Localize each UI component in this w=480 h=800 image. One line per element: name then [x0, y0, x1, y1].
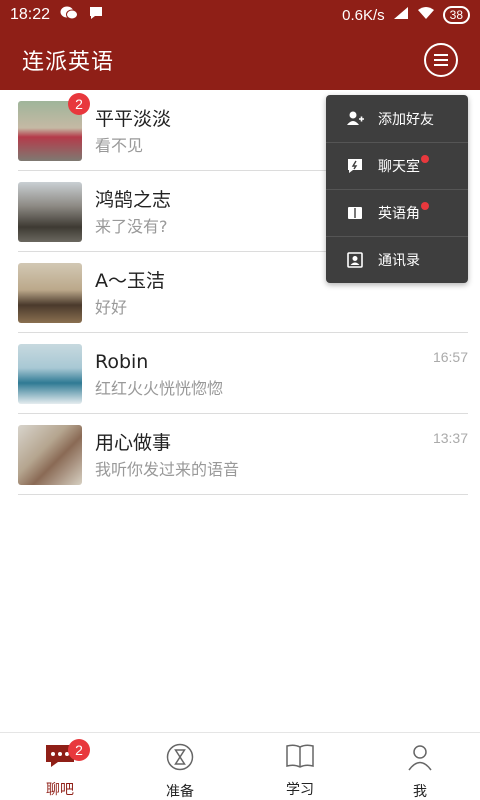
avatar [18, 424, 82, 485]
english-corner-icon [346, 204, 364, 222]
menu-item-label: 通讯录 [378, 252, 420, 269]
app-bar: 连派英语 [0, 30, 480, 90]
status-bar: 18:22 0.6K/s 38 [0, 0, 480, 30]
menu-item-chat-room[interactable]: 聊天室 [326, 142, 468, 189]
avatar [18, 343, 82, 404]
tab-label: 聊吧 [46, 782, 74, 798]
notification-dot [421, 202, 429, 210]
avatar [18, 262, 82, 323]
contact-name: Robin [95, 350, 149, 373]
person-icon [406, 743, 434, 775]
last-message: 红红火火恍恍惚惚 [95, 378, 224, 398]
notification-dot [421, 155, 429, 163]
status-time: 18:22 [10, 6, 51, 23]
tab-badge: 2 [68, 739, 90, 761]
tab-me[interactable]: 我 [360, 733, 480, 800]
tab-label: 我 [413, 784, 427, 800]
message-time: 13:37 [432, 430, 468, 446]
wechat-icon [60, 6, 79, 24]
popup-menu: 添加好友 聊天室 英语角 通讯录 [326, 95, 468, 283]
contact-name: 用心做事 [95, 431, 172, 454]
tab-label: 准备 [166, 784, 194, 800]
battery-indicator: 38 [442, 6, 470, 24]
message-time: 16:57 [432, 349, 468, 365]
last-message: 我听你发过来的语音 [95, 459, 240, 479]
menu-item-add-friend[interactable]: 添加好友 [326, 95, 468, 142]
chat-room-icon [346, 157, 364, 175]
contacts-icon [346, 251, 364, 269]
status-right: 0.6K/s 38 [342, 6, 470, 24]
avatar [18, 181, 82, 242]
tab-study[interactable]: 学习 [240, 733, 360, 800]
book-icon [285, 743, 315, 773]
unread-badge: 2 [68, 92, 90, 115]
app-title: 连派英语 [22, 50, 115, 75]
add-friend-icon [346, 110, 364, 128]
avatar: 2 [18, 92, 90, 161]
menu-item-label: 聊天室 [378, 158, 420, 175]
menu-item-contacts[interactable]: 通讯录 [326, 236, 468, 283]
conversation-item[interactable]: Robin 红红火火恍恍惚惚 16:57 [0, 333, 480, 414]
tab-chat[interactable]: 2 聊吧 [0, 733, 120, 800]
chat-bubble-icon [88, 6, 104, 24]
conversation-item[interactable]: 用心做事 我听你发过来的语音 13:37 [0, 414, 480, 495]
tab-prepare[interactable]: 准备 [120, 733, 240, 800]
tab-label: 学习 [286, 782, 314, 798]
tab-bar: 2 聊吧 准备 学习 我 [0, 732, 480, 800]
menu-item-label: 添加好友 [378, 111, 434, 128]
signal-icon [393, 6, 409, 24]
last-message: 好好 [95, 297, 128, 317]
network-speed: 0.6K/s [342, 6, 385, 24]
menu-icon[interactable] [424, 43, 458, 77]
hourglass-icon [166, 743, 194, 775]
menu-item-english-corner[interactable]: 英语角 [326, 189, 468, 236]
menu-item-label: 英语角 [378, 205, 420, 222]
wifi-icon [417, 6, 435, 24]
